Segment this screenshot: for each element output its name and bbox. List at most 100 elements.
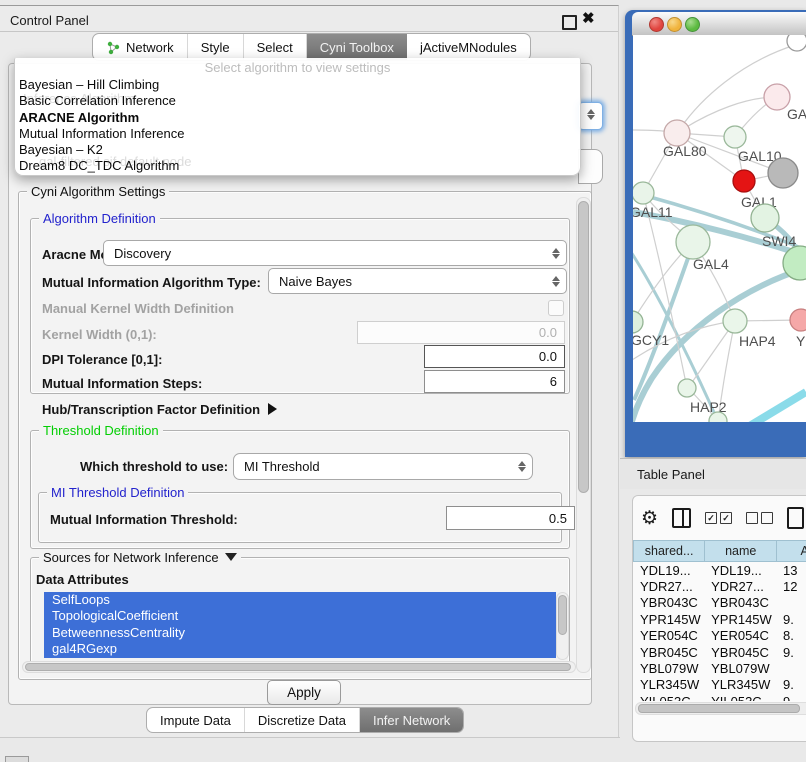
node-label-gcy1: GCY1 (633, 332, 669, 348)
table-cell: YDR27... (704, 578, 776, 594)
column-header-name[interactable]: name (705, 540, 777, 562)
dpi-tolerance-field[interactable]: 0.0 (424, 345, 565, 368)
partial-button[interactable] (5, 756, 29, 762)
combo-stepper-icon (552, 276, 560, 287)
column-header-a[interactable]: A (777, 540, 806, 562)
settings-horizontal-scrollbar[interactable] (22, 661, 576, 673)
settings-scrollbar-thumb[interactable] (578, 201, 589, 493)
network-node-hap4[interactable] (723, 309, 747, 333)
tab-style[interactable]: Style (188, 34, 244, 60)
table-row[interactable]: YPR145WYPR145W9. (633, 611, 806, 627)
aracne-mode-combo[interactable]: Discovery (103, 240, 567, 266)
network-node-hap2[interactable] (678, 379, 696, 397)
tab-infer-network-label: Infer Network (373, 713, 450, 728)
mi-steps-field[interactable]: 6 (424, 370, 565, 393)
mi-steps-value: 6 (550, 374, 557, 389)
node-table: shared...nameA YDL19...YDL19...13YDR27..… (633, 540, 806, 701)
hub-definition-expander[interactable]: Hub/Transcription Factor Definition (42, 402, 277, 417)
column-header-shared[interactable]: shared... (633, 540, 705, 562)
settings-hscrollbar-thumb[interactable] (25, 663, 571, 671)
gear-icon[interactable]: ⚙ (641, 509, 658, 528)
table-cell: 9. (776, 677, 806, 693)
table-row[interactable]: YDL19...YDL19...13 (633, 562, 806, 578)
which-threshold-combo[interactable]: MI Threshold (233, 453, 533, 480)
settings-vertical-scrollbar[interactable] (576, 197, 591, 673)
table-cell: YBR045C (704, 644, 776, 660)
node-label-gal4: GAL4 (693, 256, 729, 272)
algorithm-option-bayesian-hill-climbing[interactable]: Bayesian – Hill Climbing (15, 77, 580, 93)
network-view-window: GALGAL80GAL10GAL1GAL11SWI4GAL4GCY1HAP4YH… (625, 10, 806, 457)
tab-discretize-data[interactable]: Discretize Data (245, 708, 360, 732)
network-node[interactable] (768, 158, 798, 188)
network-node-swi4[interactable] (751, 204, 779, 232)
select-all-columns-icon[interactable]: ✓✓ (705, 512, 732, 524)
mi-algorithm-type-combo[interactable]: Naive Bayes (268, 268, 567, 294)
dpi-tolerance-value: 0.0 (539, 349, 557, 364)
mi-algorithm-type-value: Naive Bayes (279, 274, 352, 289)
table-cell: YDL19... (633, 562, 704, 578)
tab-impute-data[interactable]: Impute Data (147, 708, 245, 732)
tab-network[interactable]: Network (93, 34, 188, 60)
tab-infer-network[interactable]: Infer Network (360, 708, 463, 732)
network-node[interactable] (787, 35, 806, 51)
columns-icon[interactable] (672, 508, 691, 528)
export-table-icon[interactable] (787, 507, 804, 529)
table-row[interactable]: YBL079WYBL079W (633, 660, 806, 676)
algorithm-option-dream8-dc-tdc-algorithm[interactable]: Dream8 DC_TDC Algorithm (15, 158, 580, 174)
close-window-icon[interactable]: ✖ (582, 9, 595, 27)
attribute-item-gal4rgexp[interactable]: gal4RGexp (44, 641, 556, 657)
network-edge[interactable] (677, 97, 777, 133)
network-node-gcy1[interactable] (633, 311, 643, 333)
tab-impute-data-label: Impute Data (160, 713, 231, 728)
algorithm-option-basic-correlation-inference[interactable]: Basic Correlation Inference (15, 93, 580, 109)
table-row[interactable]: YBR045CYBR045C9. (633, 644, 806, 660)
network-node-gal1[interactable] (733, 170, 755, 192)
deselect-all-columns-icon[interactable] (746, 512, 773, 524)
mi-algorithm-type-label: Mutual Information Algorithm Type: (42, 275, 261, 290)
table-horizontal-scrollbar[interactable] (635, 702, 806, 715)
tab-jactivemnodules[interactable]: jActiveMNodules (407, 34, 530, 60)
table-cell: YBR045C (633, 644, 704, 660)
attribute-item-betweennesscentrality[interactable]: BetweennessCentrality (44, 625, 556, 641)
algorithm-option-mutual-information-inference[interactable]: Mutual Information Inference (15, 126, 580, 142)
manual-kernel-width-checkbox[interactable] (548, 300, 564, 316)
sources-group-title[interactable]: Sources for Network Inference (39, 550, 241, 565)
kernel-width-field[interactable]: 0.0 (357, 321, 565, 344)
network-window-titlebar[interactable] (632, 12, 806, 36)
inference-algorithm-combo-edge[interactable] (578, 102, 603, 130)
tab-cyni-toolbox[interactable]: Cyni Toolbox (307, 34, 407, 60)
attribute-item-selfloops[interactable]: SelfLoops (44, 592, 556, 608)
network-canvas[interactable]: GALGAL80GAL10GAL1GAL11SWI4GAL4GCY1HAP4YH… (633, 35, 806, 422)
float-window-icon[interactable] (562, 15, 577, 30)
sources-title-text: Sources for Network Inference (43, 550, 219, 565)
tab-select[interactable]: Select (244, 34, 307, 60)
table-cell: YIL053C (704, 693, 776, 701)
close-traffic-light-icon[interactable] (649, 17, 664, 32)
network-node-gal10[interactable] (724, 126, 746, 148)
table-row[interactable]: YLR345WYLR345W9. (633, 677, 806, 693)
apply-button[interactable]: Apply (267, 680, 341, 705)
attributes-scrollbar-thumb[interactable] (558, 595, 567, 635)
node-label-gal80: GAL80 (663, 143, 707, 159)
network-combo-edge[interactable] (578, 149, 603, 184)
algorithm-option-bayesian-k2[interactable]: Bayesian – K2 (15, 142, 580, 158)
algorithm-dropdown-popup: Inference Algorithm gal-filtered sif def… (14, 58, 581, 176)
table-row[interactable]: YIL053CYIL053C9 (633, 693, 806, 701)
algorithm-option-aracne-algorithm[interactable]: ARACNE Algorithm (15, 110, 580, 126)
network-node-gal4[interactable] (676, 225, 710, 259)
network-node-y[interactable] (790, 309, 806, 331)
attribute-item-topologicalcoefficient[interactable]: TopologicalCoefficient (44, 608, 556, 624)
table-row[interactable]: YDR27...YDR27...12 (633, 578, 806, 594)
mi-threshold-field[interactable]: 0.5 (446, 506, 575, 530)
kernel-width-label: Kernel Width (0,1): (42, 327, 157, 342)
data-attributes-list[interactable]: SelfLoopsTopologicalCoefficientBetweenne… (44, 592, 556, 658)
minimize-traffic-light-icon[interactable] (667, 17, 682, 32)
network-edge[interactable] (738, 392, 806, 422)
table-row[interactable]: YER054CYER054C8. (633, 628, 806, 644)
table-hscrollbar-thumb[interactable] (638, 704, 800, 713)
attributes-vertical-scrollbar[interactable] (556, 592, 569, 660)
table-cell: YLR345W (704, 677, 776, 693)
table-row[interactable]: YBR043CYBR043C (633, 595, 806, 611)
zoom-traffic-light-icon[interactable] (685, 17, 700, 32)
network-node-gal11[interactable] (633, 182, 654, 204)
